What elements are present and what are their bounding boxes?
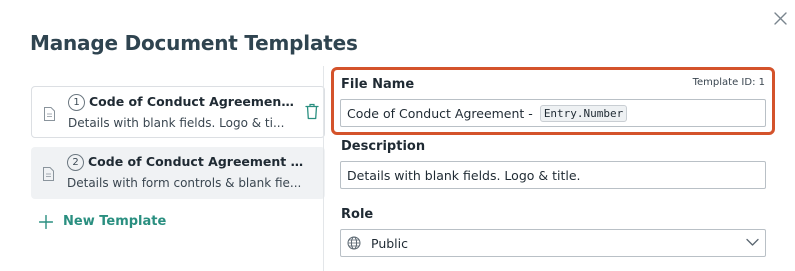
file-name-text: Code of Conduct Agreement - <box>347 105 533 121</box>
trash-icon[interactable] <box>305 103 319 120</box>
role-label: Role <box>341 207 374 222</box>
template-description: Details with blank fields. Logo & ti... <box>68 116 285 130</box>
document-icon <box>43 167 54 181</box>
file-name-label: File Name <box>341 77 415 92</box>
template-number-badge: 1 <box>68 94 85 111</box>
role-value: Public <box>371 235 408 251</box>
template-item-1[interactable]: 1 Code of Conduct Agreement ... Details … <box>31 86 325 138</box>
template-description: Details with form controls & blank fie..… <box>67 176 302 190</box>
file-name-field[interactable]: Code of Conduct Agreement - Entry.Number <box>340 99 766 127</box>
description-field[interactable]: Details with blank fields. Logo & title. <box>340 161 766 189</box>
template-title: Code of Conduct Agreement ... <box>89 94 294 109</box>
template-id: Template ID: 1 <box>692 77 765 88</box>
template-title: Code of Conduct Agreement - ... <box>88 154 308 169</box>
role-select[interactable]: Public <box>340 229 766 257</box>
dialog-title: Manage Document Templates <box>30 31 358 55</box>
close-icon[interactable] <box>770 8 792 30</box>
description-text: Details with blank fields. Logo & title. <box>347 167 581 183</box>
template-item-2[interactable]: 2 Code of Conduct Agreement - ... Detail… <box>31 147 325 199</box>
new-template-label: New Template <box>63 214 167 229</box>
chevron-down-icon <box>746 238 759 246</box>
new-template-button[interactable]: New Template <box>39 214 166 229</box>
entry-number-token[interactable]: Entry.Number <box>539 104 628 122</box>
globe-icon <box>347 236 361 250</box>
plus-icon <box>39 214 53 229</box>
description-label: Description <box>341 139 426 154</box>
panel-divider <box>323 66 324 271</box>
template-number-badge: 2 <box>67 154 84 171</box>
document-icon <box>44 107 55 121</box>
